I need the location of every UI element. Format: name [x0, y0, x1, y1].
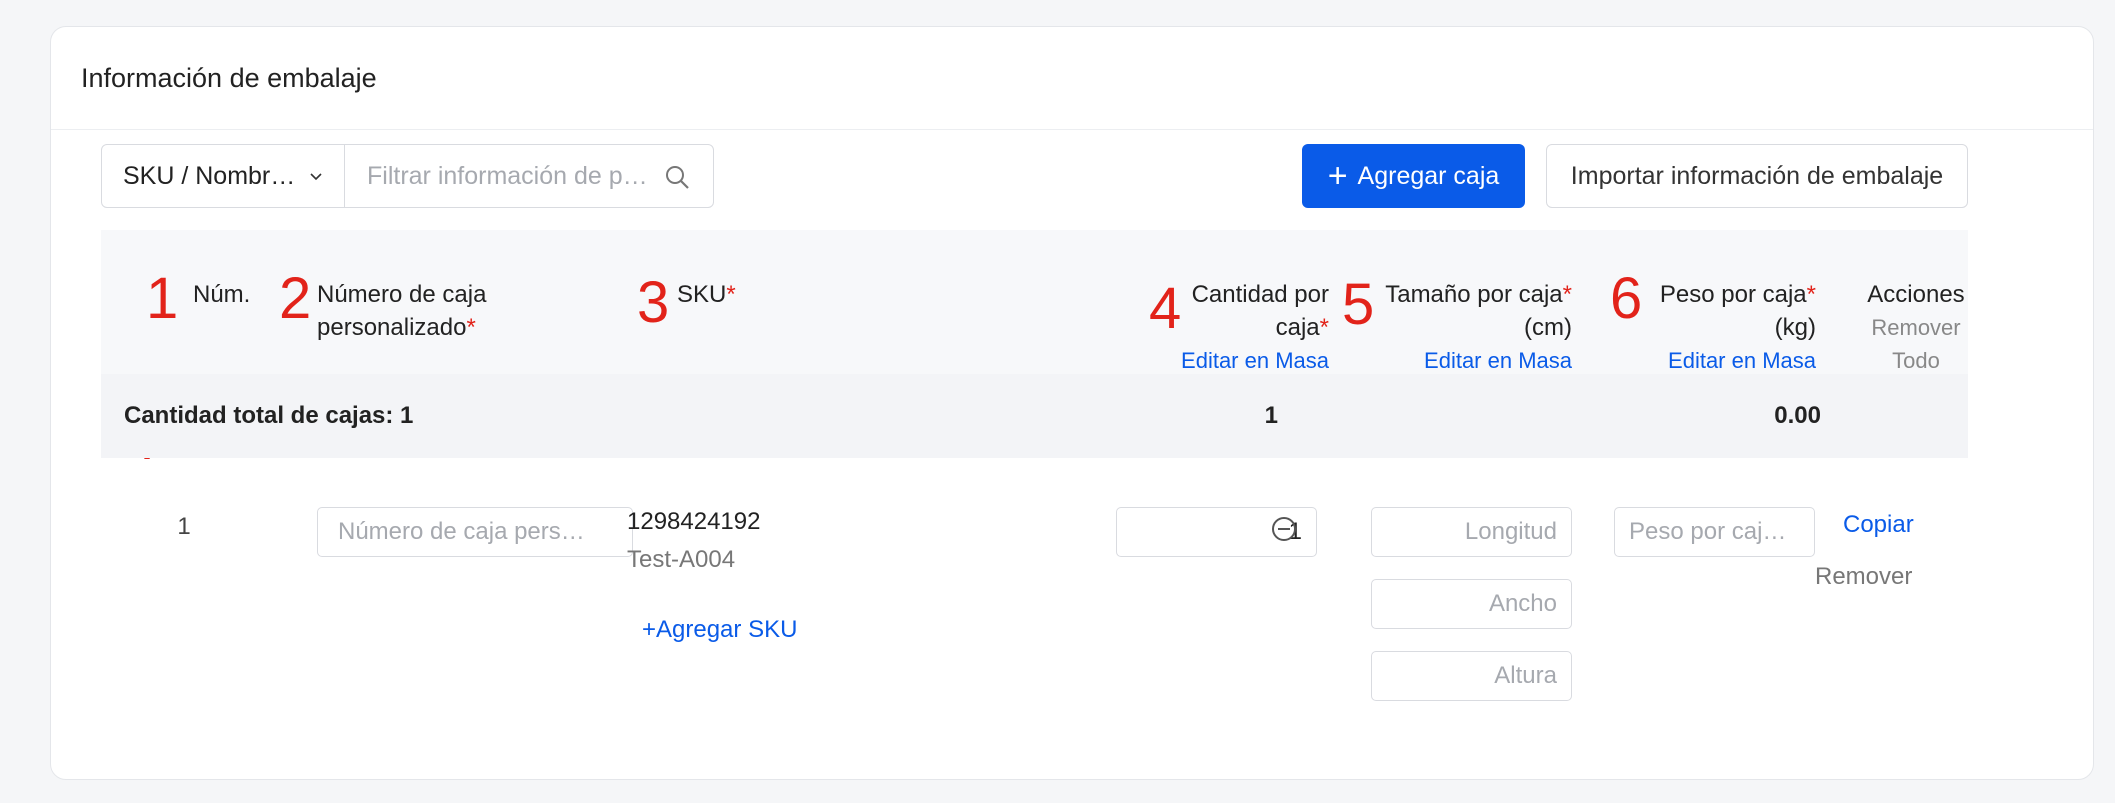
- filter-field-value: SKU / Nombr…: [123, 161, 296, 190]
- column-header-custom-box: Número de caja personalizado*: [317, 281, 487, 341]
- remove-all-link[interactable]: Remover Todo: [1840, 311, 1992, 377]
- row-number: 1: [177, 513, 191, 540]
- annotation-marker-5: 5: [1342, 272, 1375, 337]
- required-asterisk: *: [1562, 281, 1572, 308]
- width-input[interactable]: Ancho: [1371, 579, 1572, 629]
- annotation-marker-1: 1: [146, 266, 179, 331]
- bulk-edit-size-link[interactable]: Editar en Masa: [1360, 344, 1572, 377]
- copy-row-link[interactable]: Copiar: [1843, 511, 1914, 539]
- section-title: Información de embalaje: [81, 63, 377, 93]
- length-input[interactable]: Longitud: [1371, 507, 1572, 557]
- total-quantity: 1: [1264, 402, 1278, 429]
- remove-sku-minus-icon[interactable]: [1271, 516, 1297, 542]
- annotation-marker-4: 4: [1149, 276, 1182, 341]
- sku-code: 1298424192: [627, 508, 761, 535]
- annotation-marker-3: 3: [637, 270, 670, 335]
- add-box-label: Agregar caja: [1357, 161, 1500, 190]
- add-sku-link[interactable]: +Agregar SKU: [642, 616, 797, 644]
- required-asterisk: *: [466, 314, 476, 341]
- filter-search-input[interactable]: Filtrar información de p…: [345, 145, 713, 207]
- bulk-edit-weight-link[interactable]: Editar en Masa: [1610, 344, 1816, 377]
- plus-icon: +: [1327, 157, 1348, 195]
- filter-field-select[interactable]: SKU / Nombr…: [102, 145, 345, 207]
- chevron-down-icon: [310, 173, 322, 181]
- total-boxes-label: Cantidad total de cajas: 1: [124, 402, 414, 429]
- divider: [51, 129, 2093, 130]
- column-header-sku: SKU*: [677, 281, 736, 308]
- column-header-num: Núm.: [193, 281, 251, 308]
- filter-group: SKU / Nombr… Filtrar información de p…: [101, 144, 714, 208]
- filter-search-placeholder: Filtrar información de p…: [367, 161, 648, 190]
- add-box-button[interactable]: + Agregar caja: [1302, 144, 1525, 208]
- column-header-actions: Acciones Remover Todo: [1840, 278, 1992, 377]
- column-header-qty: Cantidad por caja* Editar en Masa: [1080, 278, 1329, 377]
- sku-name: Test-A004: [627, 546, 736, 573]
- remove-row-link[interactable]: Remover: [1815, 563, 1912, 591]
- height-input[interactable]: Altura: [1371, 651, 1572, 701]
- weight-per-box-input[interactable]: Peso por caj…: [1614, 507, 1815, 557]
- required-asterisk: *: [1806, 281, 1816, 308]
- search-icon[interactable]: [663, 163, 691, 191]
- total-weight: 0.00: [1774, 402, 1821, 429]
- required-asterisk: *: [726, 281, 736, 308]
- import-packing-info-button[interactable]: Importar información de embalaje: [1546, 144, 1968, 208]
- required-asterisk: *: [1319, 314, 1329, 341]
- annotation-marker-2: 2: [279, 266, 312, 331]
- column-header-size: Tamaño por caja* (cm) Editar en Masa: [1360, 278, 1572, 377]
- annotation-marker-6: 6: [1610, 266, 1643, 331]
- totals-row: Cantidad total de cajas: 1 1 0.00: [101, 374, 1968, 458]
- custom-box-number-input[interactable]: Número de caja pers…: [317, 507, 633, 557]
- bulk-edit-qty-link[interactable]: Editar en Masa: [1080, 344, 1329, 377]
